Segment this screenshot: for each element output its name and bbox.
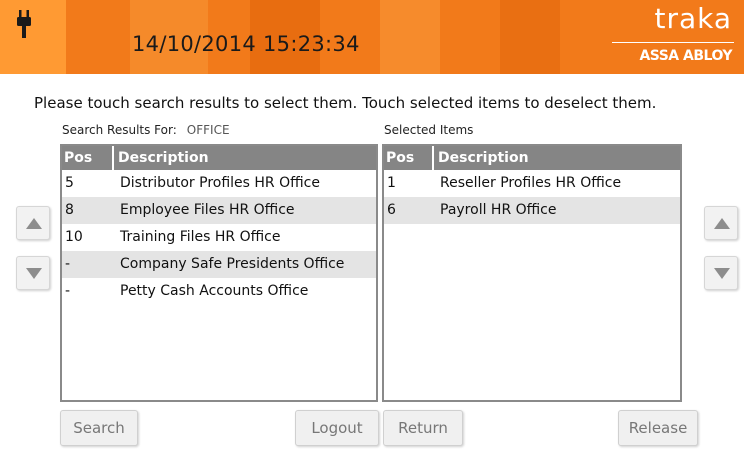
up-arrow-icon <box>714 218 730 229</box>
release-button[interactable]: Release <box>618 410 698 446</box>
row-pos: - <box>65 256 71 272</box>
column-header-description: Description <box>118 150 209 166</box>
selected-items-caption: Selected Items <box>384 123 474 137</box>
row-description: Payroll HR Office <box>440 202 557 218</box>
table-row[interactable]: - Company Safe Presidents Office <box>62 251 376 278</box>
row-description: Company Safe Presidents Office <box>120 256 345 272</box>
row-pos: 10 <box>65 229 83 245</box>
row-description: Petty Cash Accounts Office <box>120 283 309 299</box>
search-results-label: Search Results For: <box>62 123 177 137</box>
row-description: Training Files HR Office <box>120 229 281 245</box>
right-scroll-down-button[interactable] <box>704 256 738 290</box>
power-plug-icon <box>17 10 31 38</box>
date-time-display: 14/10/2014 15:23:34 <box>132 32 360 56</box>
table-row[interactable]: 1 Reseller Profiles HR Office <box>384 170 680 197</box>
row-description: Employee Files HR Office <box>120 202 295 218</box>
traka-logo: traka ASSA ABLOY <box>604 2 734 68</box>
down-arrow-icon <box>26 268 42 279</box>
row-pos: - <box>65 283 71 299</box>
logo-subtitle: ASSA ABLOY <box>639 48 732 64</box>
table-row[interactable]: 10 Training Files HR Office <box>62 224 376 251</box>
row-pos: 5 <box>65 175 74 191</box>
up-arrow-icon <box>26 218 42 229</box>
row-pos: 6 <box>387 202 396 218</box>
down-arrow-icon <box>714 268 730 279</box>
right-scroll-up-button[interactable] <box>704 206 738 240</box>
logout-button[interactable]: Logout <box>295 410 379 446</box>
row-description: Distributor Profiles HR Office <box>120 175 320 191</box>
column-header-description: Description <box>438 150 529 166</box>
search-results-table: Pos Description 5 Distributor Profiles H… <box>60 144 378 402</box>
left-scroll-up-button[interactable] <box>16 206 50 240</box>
selected-items-table: Pos Description 1 Reseller Profiles HR O… <box>382 144 682 402</box>
search-results-caption: Search Results For: OFFICE <box>62 123 230 137</box>
logo-divider <box>612 42 734 43</box>
row-description: Reseller Profiles HR Office <box>440 175 622 191</box>
table-header: Pos Description <box>62 146 376 170</box>
column-header-pos: Pos <box>62 146 114 170</box>
table-row[interactable]: 6 Payroll HR Office <box>384 197 680 224</box>
column-header-pos: Pos <box>384 146 434 170</box>
row-pos: 8 <box>65 202 74 218</box>
return-button[interactable]: Return <box>383 410 463 446</box>
row-pos: 1 <box>387 175 396 191</box>
table-row[interactable]: - Petty Cash Accounts Office <box>62 278 376 305</box>
table-header: Pos Description <box>384 146 680 170</box>
table-row[interactable]: 5 Distributor Profiles HR Office <box>62 170 376 197</box>
instructions-text: Please touch search results to select th… <box>34 94 657 112</box>
search-button[interactable]: Search <box>60 410 138 446</box>
logo-wordmark: traka <box>654 2 732 35</box>
left-scroll-down-button[interactable] <box>16 256 50 290</box>
search-term: OFFICE <box>186 123 230 137</box>
header-stripe <box>500 0 560 74</box>
table-row[interactable]: 8 Employee Files HR Office <box>62 197 376 224</box>
header-bar: 14/10/2014 15:23:34 traka ASSA ABLOY <box>0 0 744 74</box>
header-stripe <box>380 0 440 74</box>
header-stripe <box>0 0 66 74</box>
